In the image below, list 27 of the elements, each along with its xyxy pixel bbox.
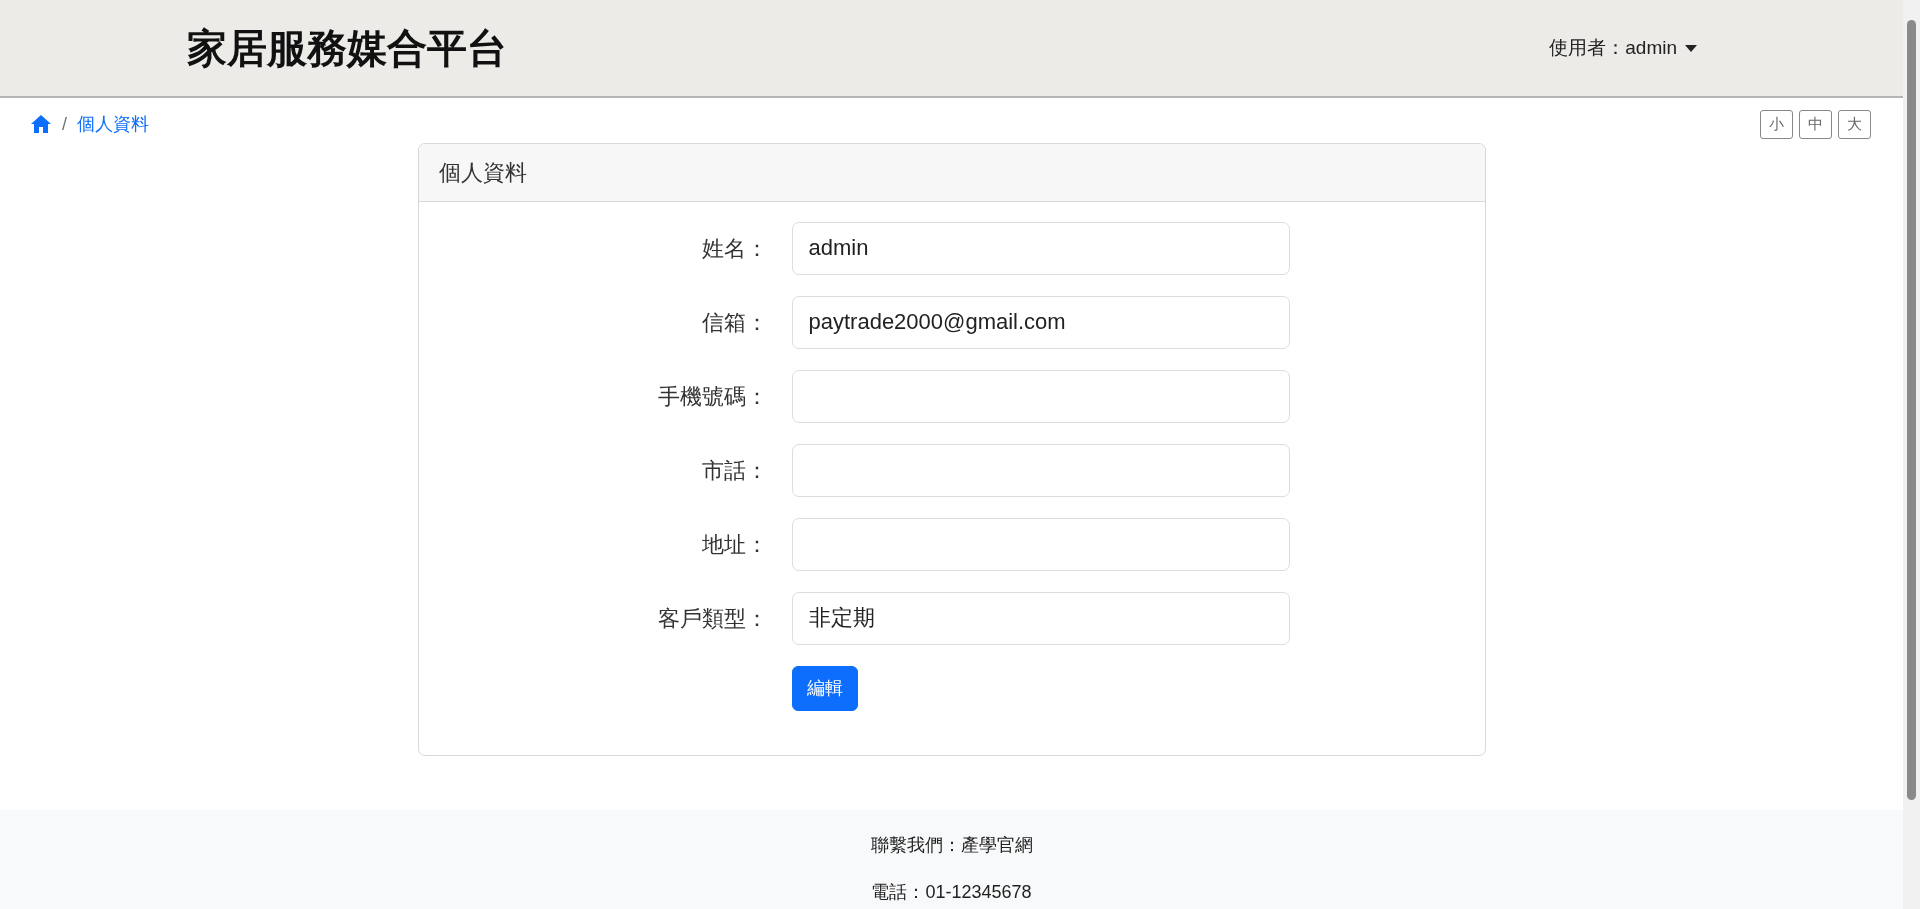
input-field[interactable] [791,369,1290,423]
input-field[interactable]: 非定期 [791,591,1290,645]
edit-button[interactable]: 編輯 [791,665,858,711]
input-field[interactable] [791,443,1290,497]
scrollbar[interactable] [1903,0,1920,909]
home-icon[interactable] [30,114,52,135]
user-menu[interactable]: 使用者：admin [1543,32,1703,64]
phone-text: 電話：01-12345678 [871,881,1032,904]
font-size-button[interactable]: 中 [1799,110,1832,139]
caret-icon [1685,44,1697,52]
scrollbar-thumb[interactable] [1907,20,1916,800]
field-label: 姓名： [700,234,768,263]
font-size-button[interactable]: 大 [1838,110,1871,139]
breadcrumb-separator: / [62,112,67,136]
input-field[interactable] [791,517,1290,571]
font-size-button[interactable]: 小 [1760,110,1793,139]
breadcrumb-link[interactable]: 個人資料 [77,110,149,138]
input-field[interactable]: paytrade2000@gmail.com [791,295,1290,349]
field-label: 客戶類型： [656,604,768,633]
field-label: 信箱： [700,308,768,337]
field-label: 地址： [700,530,768,559]
field-label: 手機號碼： [656,382,768,411]
contact-text: 聯繫我們：產學官網 [870,834,1033,857]
input-field[interactable]: admin [791,221,1290,275]
field-label: 市話： [700,456,768,485]
card-header: 個人資料 [418,143,1485,202]
site-title: 家居服務媒合平台 [187,25,507,72]
